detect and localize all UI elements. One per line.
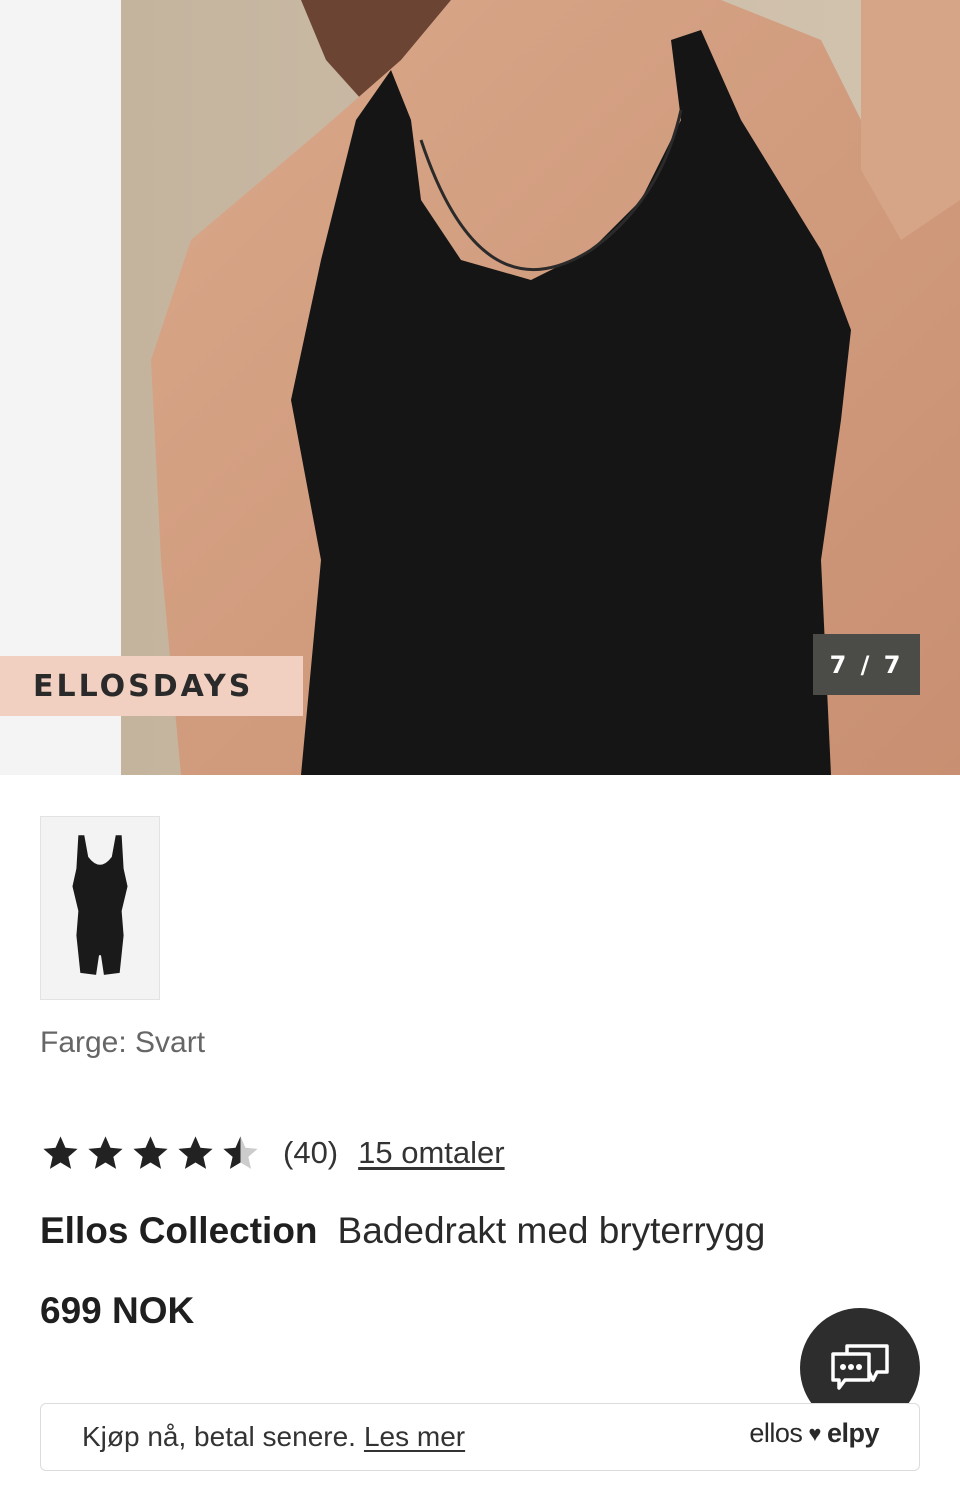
rating-stars[interactable] [40, 1133, 261, 1174]
financing-text: Kjøp nå, betal senere. [82, 1421, 356, 1452]
half-star-icon [223, 1135, 258, 1169]
rating-row: (40) 15 omtaler [40, 1130, 505, 1176]
rating-count: (40) [283, 1135, 339, 1170]
star-icon [43, 1135, 78, 1169]
product-brand[interactable]: Ellos Collection [40, 1210, 318, 1251]
product-name: Badedrakt med bryterrygg [337, 1210, 766, 1251]
reviews-link[interactable]: 15 omtaler [358, 1135, 504, 1171]
promo-badge-label: ELLOSDAYS [33, 668, 254, 704]
star-icon [178, 1135, 213, 1169]
product-image-gallery[interactable]: ELLOSDAYS 7 / 7 [0, 0, 960, 775]
swimsuit-thumbnail-image [41, 817, 159, 999]
heart-icon: ♥ [808, 1420, 821, 1446]
logo-elpy-text: elpy [826, 1418, 880, 1448]
color-variant-thumbnail[interactable] [40, 816, 160, 1000]
star-icon [88, 1135, 123, 1169]
chat-bubbles-icon [831, 1344, 889, 1390]
image-counter: 7 / 7 [813, 634, 920, 695]
promo-badge: ELLOSDAYS [0, 656, 303, 716]
logo-ellos-text: ellos [749, 1418, 803, 1448]
product-title: Ellos Collection Badedrakt med bryterrygg [40, 1210, 765, 1252]
product-price: 699 NOK [40, 1290, 195, 1331]
star-icon [133, 1135, 168, 1169]
financing-read-more-link[interactable]: Les mer [364, 1421, 465, 1453]
ellos-elpy-logo: ellos ♥ elpy [749, 1418, 879, 1449]
color-label: Farge: Svart [40, 1026, 206, 1059]
financing-banner: Kjøp nå, betal senere. Les mer ellos ♥ e… [40, 1403, 920, 1471]
